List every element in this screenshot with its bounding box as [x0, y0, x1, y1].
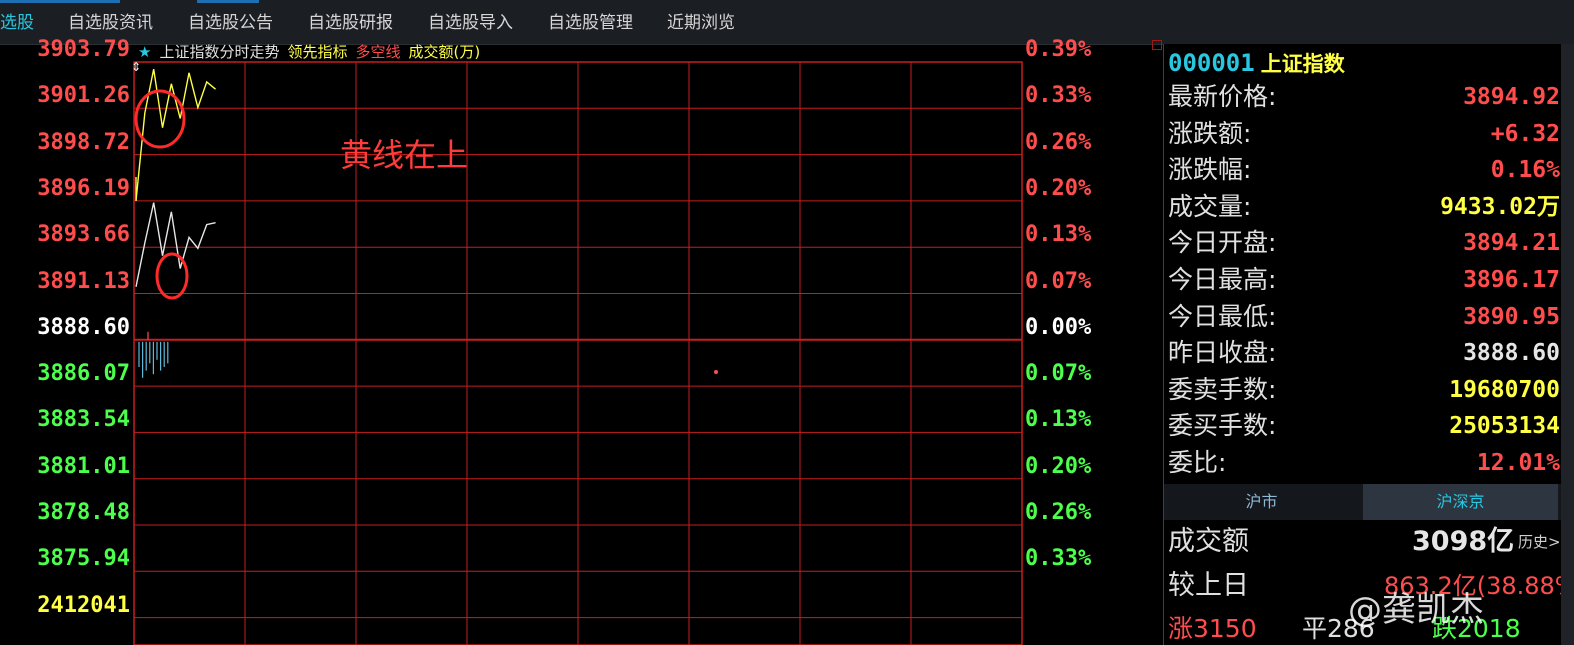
chart-legend: ★ 上证指数分时走势 领先指标 多空线 成交额(万) — [138, 43, 488, 61]
quote-value: 3894.21 — [1463, 230, 1560, 257]
turnover-value: 3098亿 — [1412, 526, 1515, 557]
chart-annotation: 黄线在上 — [340, 136, 469, 174]
turnover-row: 成交额 3098亿 历史> — [1168, 522, 1561, 562]
legend-indicator-lead[interactable]: 领先指标 — [287, 43, 347, 61]
quote-row: 涨跌额: +6.32 — [1168, 117, 1560, 151]
highlight-circle — [134, 89, 186, 149]
market-subtabs: 沪市 沪深京 — [1164, 484, 1562, 520]
percent-tick-label: 0.26% — [1025, 129, 1092, 155]
quote-value: 3890.95 — [1463, 303, 1560, 330]
tab-watchlist-research[interactable]: 自选股研报 — [308, 10, 393, 36]
tab-shanghai-shenzhen-beijing[interactable]: 沪深京 — [1363, 484, 1558, 520]
crosshair-marker: ⇕ — [131, 60, 141, 74]
legend-indicator-amount[interactable]: 成交额(万) — [409, 43, 481, 61]
tab-watchlist-announcements[interactable]: 自选股公告 — [188, 10, 273, 36]
tab-watchlist-news[interactable]: 自选股资讯 — [68, 10, 153, 36]
tab-recent-browse[interactable]: 近期浏览 — [667, 10, 735, 36]
quote-row: 昨日收盘: 3888.60 — [1168, 336, 1560, 370]
percent-tick-label: 0.20% — [1025, 175, 1092, 201]
percent-tick-label: 0.13% — [1025, 222, 1092, 248]
quote-row: 委买手数: 25053134 — [1168, 409, 1560, 443]
vertical-scrollbar[interactable] — [1561, 44, 1574, 645]
quote-row: 涨跌幅: 0.16% — [1168, 153, 1560, 187]
compare-label: 较上日 — [1168, 570, 1249, 601]
menu-accent-bar — [197, 0, 259, 3]
quote-value: 3888.60 — [1463, 340, 1560, 367]
highlight-circle — [155, 252, 189, 300]
tab-watchlist-import[interactable]: 自选股导入 — [428, 10, 513, 36]
quote-row: 委卖手数: 19680700 — [1168, 373, 1560, 407]
percent-tick-label: 0.00% — [1025, 314, 1092, 340]
quote-label: 委比: — [1168, 448, 1227, 477]
price-tick-label: 3898.72 — [37, 129, 130, 155]
quote-label: 今日最低: — [1168, 301, 1277, 331]
price-tick-label: 3903.79 — [37, 37, 130, 62]
price-tick-label: 3878.48 — [37, 500, 130, 525]
quote-value: 9433.02万 — [1440, 193, 1560, 220]
legend-title: 上证指数分时走势 — [159, 43, 280, 61]
percent-tick-label: 0.20% — [1025, 453, 1092, 479]
chart-canvas[interactable]: ⇕ — [0, 44, 1160, 645]
lead-indicator-line — [135, 68, 217, 201]
breadth-up: 涨3150 — [1168, 614, 1257, 643]
quote-label: 昨日收盘: — [1168, 338, 1277, 368]
quote-value: 0.16% — [1490, 157, 1560, 184]
quote-label: 委卖手数: — [1168, 374, 1277, 404]
price-tick-label: 3881.01 — [37, 453, 130, 479]
quote-value: +6.32 — [1490, 120, 1560, 147]
tab-stock-picking[interactable]: 选股 — [0, 10, 34, 36]
quote-value: 3896.17 — [1463, 267, 1560, 293]
quote-label: 涨跌额: — [1168, 118, 1252, 148]
tab-shanghai[interactable]: 沪市 — [1164, 484, 1359, 520]
percent-tick-label: 0.33% — [1025, 83, 1092, 109]
price-tick-label: 3888.60 — [37, 314, 130, 340]
quote-value: 12.01% — [1476, 450, 1560, 476]
price-tick-label: 3893.66 — [37, 222, 130, 248]
percent-tick-label: 0.39% — [1025, 37, 1092, 62]
weibo-watermark: @龚凯杰 — [1348, 590, 1484, 630]
quote-label: 最新价格: — [1168, 82, 1277, 111]
volume-label: 2412041 — [37, 592, 130, 618]
quote-value: 19680700 — [1449, 376, 1560, 403]
quote-row: 最新价格: 3894.92 — [1168, 80, 1560, 114]
quote-label: 今日开盘: — [1168, 228, 1277, 258]
percent-tick-label: 0.33% — [1025, 546, 1092, 572]
stock-code: 000001 — [1168, 49, 1255, 77]
percent-tick-label: 0.13% — [1025, 407, 1092, 433]
quote-row: 委比: 12.01% — [1168, 446, 1560, 480]
price-tick-label: 3901.26 — [37, 83, 130, 109]
percent-tick-label: 0.07% — [1025, 361, 1092, 387]
stock-name: 上证指数 — [1260, 52, 1345, 76]
price-tick-label: 3891.13 — [37, 268, 130, 294]
price-tick-label: 3896.19 — [37, 175, 130, 201]
price-tick-label: 3875.94 — [37, 546, 130, 572]
quote-row: 成交量: 9433.02万 — [1168, 190, 1560, 224]
star-icon: ★ — [138, 43, 152, 61]
price-tick-label: 3883.54 — [37, 407, 130, 433]
quote-row: 今日最低: 3890.95 — [1168, 300, 1560, 334]
legend-indicator-longshort[interactable]: 多空线 — [355, 43, 400, 61]
price-tick-label: 3886.07 — [37, 361, 130, 387]
quote-label: 成交量: — [1168, 191, 1252, 221]
quote-label: 今日最高: — [1168, 265, 1277, 294]
percent-tick-label: 0.26% — [1025, 500, 1092, 525]
panel-corner-marker — [1152, 40, 1162, 50]
quote-header: 000001 上证指数 — [1168, 48, 1345, 78]
intraday-chart[interactable]: ⇕ 3903.79 3901.26 3898.72 3896.19 3893.66 389… — [0, 37, 1160, 645]
cursor-dot — [714, 370, 718, 374]
price-line — [135, 202, 216, 287]
percent-tick-label: 0.07% — [1025, 268, 1092, 294]
history-link[interactable]: 历史> — [1518, 524, 1561, 560]
quote-row: 今日最高: 3896.17 — [1168, 263, 1560, 297]
quote-label: 委买手数: — [1168, 411, 1277, 441]
turnover-label: 成交额 — [1168, 526, 1249, 557]
menu-accent-bar — [0, 0, 120, 3]
top-menu-bar: 选股 自选股资讯 自选股公告 自选股研报 自选股导入 自选股管理 近期浏览 — [0, 0, 1574, 45]
tab-watchlist-manage[interactable]: 自选股管理 — [548, 10, 633, 36]
quote-label: 涨跌幅: — [1168, 155, 1252, 185]
quote-panel: 000001 上证指数 最新价格: 3894.92 涨跌额: +6.32 涨跌幅: 0.16… — [1163, 44, 1574, 645]
quote-row: 今日开盘: 3894.21 — [1168, 226, 1560, 260]
quote-value: 3894.92 — [1463, 84, 1560, 110]
quote-value: 25053134 — [1449, 413, 1560, 440]
